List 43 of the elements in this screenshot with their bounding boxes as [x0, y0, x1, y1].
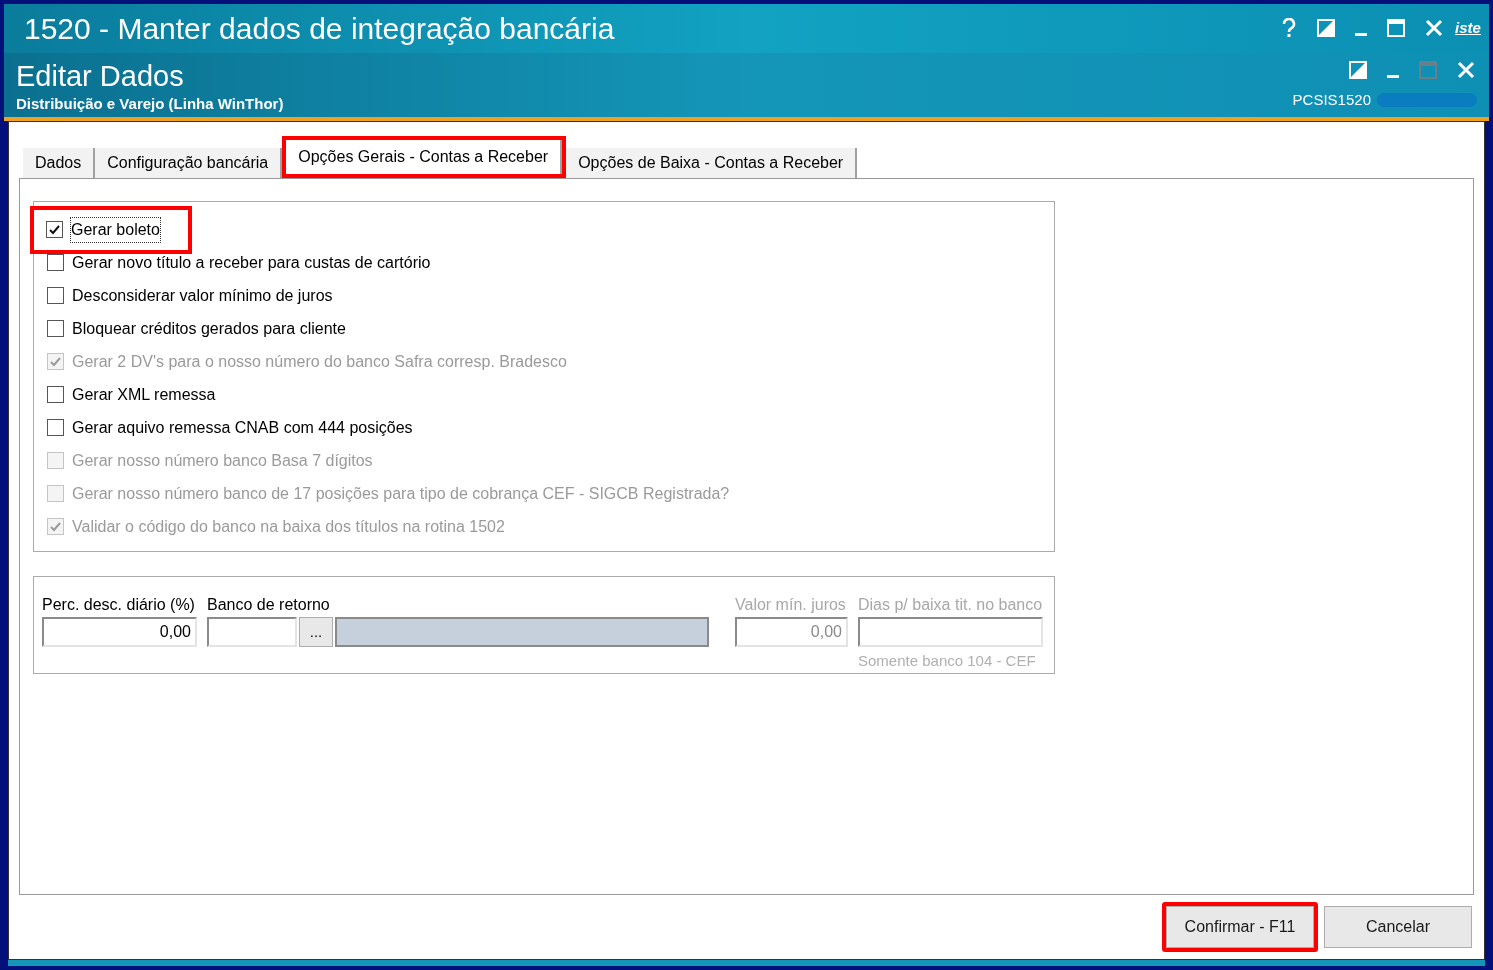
- close-icon[interactable]: [1457, 60, 1475, 79]
- form-title: Editar Dados: [16, 58, 185, 93]
- restore-icon[interactable]: [1317, 19, 1335, 38]
- tab[interactable]: Dados: [23, 148, 96, 179]
- restore-icon[interactable]: [1349, 60, 1367, 79]
- checkbox-label: Gerar boleto: [71, 217, 160, 242]
- checkmark-icon: [49, 224, 60, 235]
- checkbox-label: Gerar aquivo remessa CNAB com 444 posições: [72, 417, 413, 438]
- text-field[interactable]: [858, 617, 1043, 648]
- field-note: Somente banco 104 - CEF: [858, 651, 1037, 672]
- checkbox-label: Gerar novo título a receber para custas de cartório: [72, 252, 431, 273]
- window-title: 1520 - Manter dados de integração bancária: [24, 10, 616, 47]
- field-label: Perc. desc. diário (%): [42, 595, 196, 616]
- checkmark-icon: [50, 521, 61, 532]
- number-field[interactable]: 0,00: [42, 617, 197, 648]
- checkbox[interactable]: [47, 386, 64, 404]
- field-label: Dias p/ baixa tit. no banco: [858, 595, 1044, 616]
- edge-link[interactable]: iste: [1455, 17, 1485, 40]
- close-icon[interactable]: [1425, 19, 1443, 38]
- field-label: Banco de retorno: [207, 595, 331, 616]
- checkbox-label: Gerar nosso número banco Basa 7 dígitos: [72, 450, 373, 471]
- lookup-button[interactable]: ...: [299, 617, 333, 648]
- tab[interactable]: Configuração bancária: [95, 148, 283, 179]
- form-subtitle: Distribuição e Varejo (Linha WinThor): [16, 93, 285, 114]
- dialog-button[interactable]: Cancelar: [1324, 906, 1472, 949]
- checkbox[interactable]: [47, 287, 64, 305]
- checkbox-label: Gerar nosso número banco de 17 posições para tipo de cobrança CEF - SIGCB Registrada?: [72, 483, 730, 504]
- checkbox[interactable]: [47, 320, 64, 338]
- checkbox-label: Gerar 2 DV's para o nosso número do banco Safra corresp. Bradesco: [72, 351, 567, 372]
- help-icon[interactable]: [1281, 18, 1297, 39]
- program-code: PCSIS1520: [1292, 89, 1371, 110]
- checkbox-label: Bloquear créditos gerados para cliente: [72, 318, 346, 339]
- dialog-button[interactable]: Confirmar - F11: [1166, 906, 1314, 949]
- checkbox[interactable]: [47, 254, 64, 272]
- checkbox[interactable]: [47, 419, 64, 437]
- checkmark-icon: [50, 356, 61, 367]
- checkbox[interactable]: [46, 221, 63, 239]
- field-label: Valor mín. juros: [735, 595, 847, 616]
- checkbox-label: Gerar XML remessa: [72, 384, 216, 405]
- tab[interactable]: Opções de Baixa - Contas a Receber: [566, 148, 858, 179]
- checkbox-label: Validar o código do banco na baixa dos títulos na rotina 1502: [72, 516, 505, 537]
- bank-code-field[interactable]: [207, 617, 297, 648]
- checkbox-label: Desconsiderar valor mínimo de juros: [72, 285, 333, 306]
